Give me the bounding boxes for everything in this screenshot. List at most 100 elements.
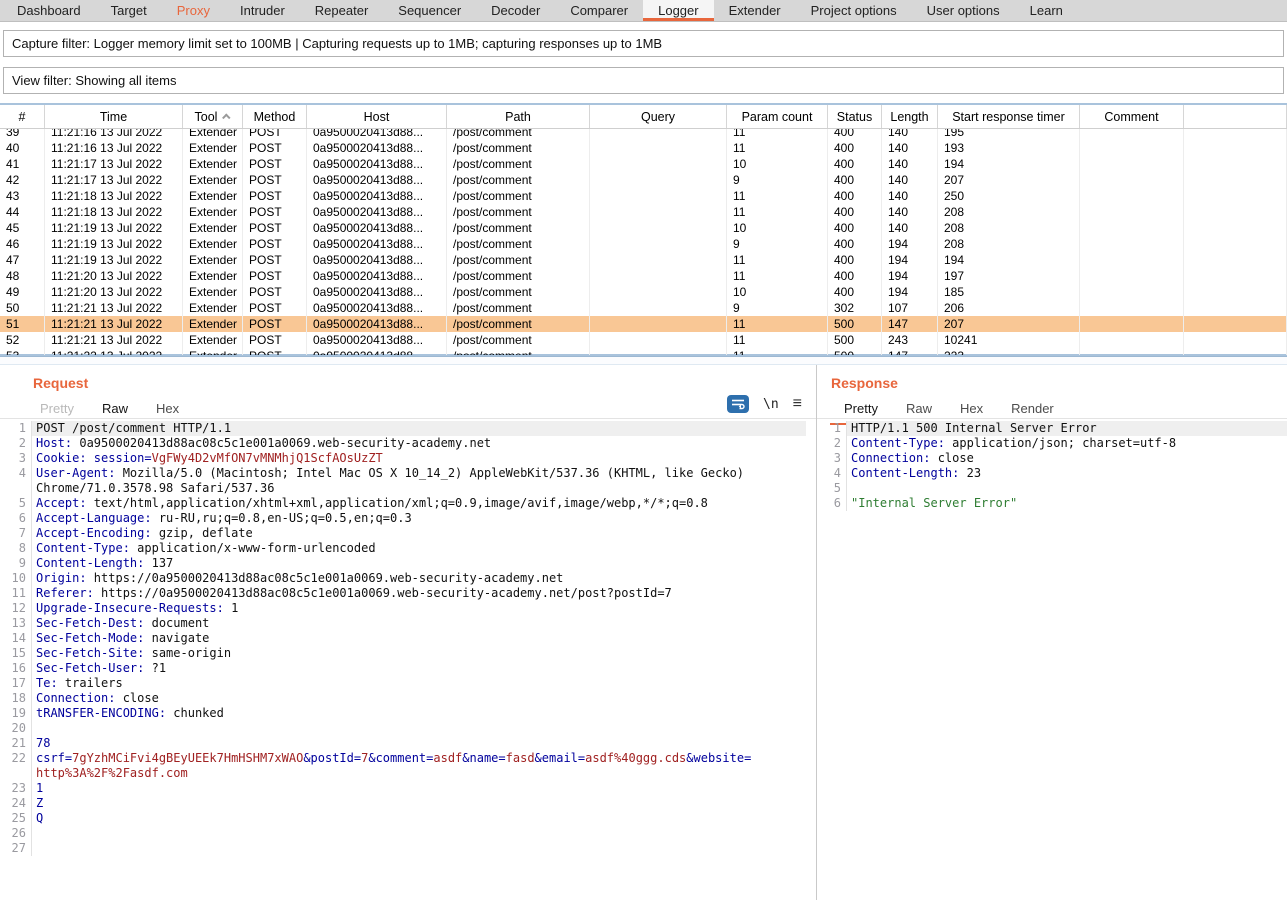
- cell-method: POST: [243, 140, 307, 156]
- code-line: Chrome/71.0.3578.98 Safari/537.36: [6, 481, 806, 496]
- top-tab-learn[interactable]: Learn: [1015, 0, 1078, 21]
- request-editor[interactable]: 1POST /post/comment HTTP/1.12Host: 0a950…: [6, 421, 806, 900]
- table-body: 3911:21:16 13 Jul 2022ExtenderPOST0a9500…: [0, 129, 1287, 355]
- table-row[interactable]: 4411:21:18 13 Jul 2022ExtenderPOST0a9500…: [0, 204, 1287, 220]
- cell-param_count: 11: [727, 348, 828, 355]
- top-tab-extender[interactable]: Extender: [714, 0, 796, 21]
- top-tab-sequencer[interactable]: Sequencer: [383, 0, 476, 21]
- cell-id: 46: [0, 236, 45, 252]
- top-tab-decoder[interactable]: Decoder: [476, 0, 555, 21]
- horizontal-splitter[interactable]: [0, 356, 1287, 365]
- cell-param_count: 10: [727, 156, 828, 172]
- column-header-path[interactable]: Path: [447, 105, 590, 128]
- column-header-param-count[interactable]: Param count: [727, 105, 828, 128]
- newline-toggle-icon[interactable]: \n: [763, 397, 779, 412]
- table-row[interactable]: 4211:21:17 13 Jul 2022ExtenderPOST0a9500…: [0, 172, 1287, 188]
- top-tab-target[interactable]: Target: [96, 0, 162, 21]
- code-line: 1POST /post/comment HTTP/1.1: [6, 421, 806, 436]
- column-header-status[interactable]: Status: [828, 105, 882, 128]
- cell-filler: [1184, 156, 1287, 172]
- top-tab-project-options[interactable]: Project options: [796, 0, 912, 21]
- column-header-time[interactable]: Time: [45, 105, 183, 128]
- table-row[interactable]: 3911:21:16 13 Jul 2022ExtenderPOST0a9500…: [0, 129, 1287, 140]
- line-number: 27: [6, 841, 32, 856]
- cell-query: [590, 140, 727, 156]
- capture-filter-bar[interactable]: Capture filter: Logger memory limit set …: [3, 30, 1284, 57]
- cell-time: 11:21:21 13 Jul 2022: [45, 300, 183, 316]
- column-header-host[interactable]: Host: [307, 105, 447, 128]
- top-tab-user-options[interactable]: User options: [912, 0, 1015, 21]
- table-row[interactable]: 5011:21:21 13 Jul 2022ExtenderPOST0a9500…: [0, 300, 1287, 316]
- cell-time: 11:21:20 13 Jul 2022: [45, 284, 183, 300]
- table-row[interactable]: 4911:21:20 13 Jul 2022ExtenderPOST0a9500…: [0, 284, 1287, 300]
- cell-id: 50: [0, 300, 45, 316]
- table-row[interactable]: 4811:21:20 13 Jul 2022ExtenderPOST0a9500…: [0, 268, 1287, 284]
- column-header-length[interactable]: Length: [882, 105, 938, 128]
- cell-status: 500: [828, 348, 882, 355]
- cell-filler: [1184, 220, 1287, 236]
- line-number: [6, 481, 32, 496]
- cell-id: 44: [0, 204, 45, 220]
- cell-comment: [1080, 156, 1184, 172]
- line-number: 5: [6, 496, 32, 511]
- code-line: 16Sec-Fetch-User: ?1: [6, 661, 806, 676]
- cell-method: POST: [243, 188, 307, 204]
- table-row[interactable]: 4611:21:19 13 Jul 2022ExtenderPOST0a9500…: [0, 236, 1287, 252]
- column-header--[interactable]: #: [0, 105, 45, 128]
- cell-path: /post/comment: [447, 284, 590, 300]
- code-line: http%3A%2F%2Fasdf.com: [6, 766, 806, 781]
- capture-filter-text: Capture filter: Logger memory limit set …: [12, 36, 662, 51]
- table-row[interactable]: 5311:21:22 13 Jul 2022ExtenderPOST0a9500…: [0, 348, 1287, 355]
- table-row[interactable]: 4711:21:19 13 Jul 2022ExtenderPOST0a9500…: [0, 252, 1287, 268]
- cell-host: 0a9500020413d88...: [307, 204, 447, 220]
- cell-status: 400: [828, 172, 882, 188]
- table-row[interactable]: 4311:21:18 13 Jul 2022ExtenderPOST0a9500…: [0, 188, 1287, 204]
- table-row[interactable]: 5211:21:21 13 Jul 2022ExtenderPOST0a9500…: [0, 332, 1287, 348]
- view-filter-bar[interactable]: View filter: Showing all items: [3, 67, 1284, 94]
- cell-filler: [1184, 172, 1287, 188]
- code-line: 4Content-Length: 23: [821, 466, 1287, 481]
- top-tab-proxy[interactable]: Proxy: [162, 0, 225, 21]
- line-number: 9: [6, 556, 32, 571]
- code-line: 18Connection: close: [6, 691, 806, 706]
- column-header-tool[interactable]: Tool: [183, 105, 243, 128]
- cell-method: POST: [243, 156, 307, 172]
- sort-asc-icon: [223, 113, 231, 121]
- column-header-method[interactable]: Method: [243, 105, 307, 128]
- line-number: 3: [821, 451, 847, 466]
- top-tab-comparer[interactable]: Comparer: [555, 0, 643, 21]
- cell-timer: 207: [938, 316, 1080, 332]
- cell-path: /post/comment: [447, 156, 590, 172]
- cell-timer: 206: [938, 300, 1080, 316]
- column-header-query[interactable]: Query: [590, 105, 727, 128]
- cell-id: 52: [0, 332, 45, 348]
- column-header-start-response-timer[interactable]: Start response timer: [938, 105, 1080, 128]
- cell-tool: Extender: [183, 204, 243, 220]
- table-row[interactable]: 4011:21:16 13 Jul 2022ExtenderPOST0a9500…: [0, 140, 1287, 156]
- cell-status: 400: [828, 188, 882, 204]
- cell-comment: [1080, 220, 1184, 236]
- table-row[interactable]: 4111:21:17 13 Jul 2022ExtenderPOST0a9500…: [0, 156, 1287, 172]
- cell-comment: [1080, 204, 1184, 220]
- cell-method: POST: [243, 348, 307, 355]
- top-tab-repeater[interactable]: Repeater: [300, 0, 383, 21]
- response-editor[interactable]: 1HTTP/1.1 500 Internal Server Error2Cont…: [821, 421, 1287, 900]
- code-line: 20: [6, 721, 806, 736]
- editor-menu-icon[interactable]: ≡: [793, 396, 802, 412]
- top-tab-dashboard[interactable]: Dashboard: [2, 0, 96, 21]
- column-header-comment[interactable]: Comment: [1080, 105, 1184, 128]
- code-line: 5Accept: text/html,application/xhtml+xml…: [6, 496, 806, 511]
- cell-length: 140: [882, 129, 938, 140]
- cell-filler: [1184, 236, 1287, 252]
- table-row[interactable]: 5111:21:21 13 Jul 2022ExtenderPOST0a9500…: [0, 316, 1287, 332]
- cell-tool: Extender: [183, 300, 243, 316]
- cell-param_count: 9: [727, 172, 828, 188]
- cell-filler: [1184, 316, 1287, 332]
- word-wrap-icon[interactable]: [727, 395, 749, 413]
- table-row[interactable]: 4511:21:19 13 Jul 2022ExtenderPOST0a9500…: [0, 220, 1287, 236]
- code-line: 2Host: 0a9500020413d88ac08c5c1e001a0069.…: [6, 436, 806, 451]
- cell-timer: 208: [938, 220, 1080, 236]
- top-tab-logger[interactable]: Logger: [643, 0, 713, 21]
- line-number: 6: [6, 511, 32, 526]
- top-tab-intruder[interactable]: Intruder: [225, 0, 300, 21]
